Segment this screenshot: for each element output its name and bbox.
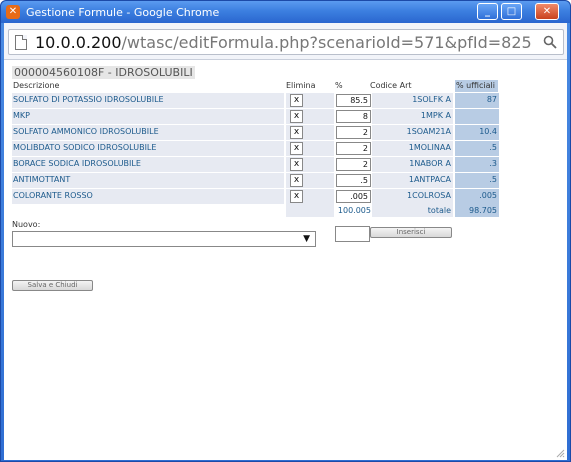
header-percent: %: [335, 81, 343, 90]
url-path: /wtasc/editFormula.php?scenarioId=571&pf…: [121, 33, 532, 52]
table-row: MKP x 8 1MPK A: [12, 109, 499, 124]
row-ufficiali: [455, 109, 499, 124]
row-ufficiali: .005: [455, 189, 499, 204]
new-percent-input[interactable]: [335, 226, 370, 242]
new-ingredient-select[interactable]: ▼: [12, 231, 316, 247]
resize-grip-icon[interactable]: [555, 448, 565, 458]
close-button[interactable]: ✕: [535, 3, 559, 20]
header-elimina: Elimina: [286, 81, 316, 90]
percent-cell: 85.5: [336, 93, 371, 108]
url-host: 10.0.0.200: [35, 33, 122, 52]
delete-row-button[interactable]: x: [290, 110, 303, 123]
percent-input[interactable]: 8: [336, 110, 371, 123]
total-row: 100.005 totale 98.705: [12, 204, 499, 217]
row-descrizione: MOLIBDATO SODICO IDROSOLUBILE: [12, 141, 284, 156]
row-ufficiali: .3: [455, 157, 499, 172]
elimina-cell: x: [286, 189, 334, 204]
url-field[interactable]: 10.0.0.200/wtasc/editFormula.php?scenari…: [8, 29, 564, 55]
table-row: SOLFATO DI POTASSIO IDROSOLUBILE x 85.5 …: [12, 93, 499, 108]
elimina-cell: x: [286, 141, 334, 156]
row-codice: 1SOLFK A: [372, 93, 453, 108]
row-codice: 1NABOR A: [372, 157, 453, 172]
delete-row-button[interactable]: x: [290, 142, 303, 155]
row-descrizione: SOLFATO DI POTASSIO IDROSOLUBILE: [12, 93, 284, 108]
percent-input[interactable]: 2: [336, 158, 371, 171]
url-text[interactable]: 10.0.0.200/wtasc/editFormula.php?scenari…: [35, 33, 532, 52]
row-descrizione: SOLFATO AMMONICO IDROSOLUBILE: [12, 125, 284, 140]
total-label: totale: [372, 204, 453, 217]
percent-cell: .005: [336, 189, 371, 204]
elimina-cell: x: [286, 157, 334, 172]
total-percent: 100.005: [337, 206, 371, 215]
row-codice: 1MOLINAA: [372, 141, 453, 156]
row-codice: 1COLROSA: [372, 189, 453, 204]
row-descrizione: BORACE SODICA IDROSOLUBILE: [12, 157, 284, 172]
address-bar: 10.0.0.200/wtasc/editFormula.php?scenari…: [4, 23, 567, 60]
row-codice: 1SOAM21A: [372, 125, 453, 140]
search-icon[interactable]: [543, 35, 557, 49]
xampp-icon: ✕: [6, 5, 20, 19]
browser-window: ✕ Gestione Formule - Google Chrome _ □ ✕…: [0, 0, 571, 462]
elimina-cell: x: [286, 173, 334, 188]
percent-cell: 2: [336, 157, 371, 172]
row-descrizione: COLORANTE ROSSO: [12, 189, 284, 204]
save-and-close-button[interactable]: Salva e Chiudi: [12, 280, 93, 291]
chevron-down-icon: ▼: [303, 234, 310, 244]
row-codice: 1MPK A: [372, 109, 453, 124]
page-content: 000004560108F - IDROSOLUBILI Descrizione…: [4, 60, 567, 460]
window-title: Gestione Formule - Google Chrome: [26, 6, 220, 19]
percent-input[interactable]: .5: [336, 174, 371, 187]
total-blank-cell: [286, 204, 334, 217]
delete-row-button[interactable]: x: [290, 94, 303, 107]
table-row: ANTIMOTTANT x .5 1ANTPACA .5: [12, 173, 499, 188]
row-ufficiali: .5: [455, 173, 499, 188]
row-ufficiali: 87: [455, 93, 499, 108]
percent-input[interactable]: 2: [336, 142, 371, 155]
percent-cell: 2: [336, 125, 371, 140]
elimina-cell: x: [286, 125, 334, 140]
header-descrizione: Descrizione: [13, 81, 60, 90]
percent-cell: .5: [336, 173, 371, 188]
header-codice-art: Codice Art: [370, 81, 412, 90]
maximize-button[interactable]: □: [501, 3, 522, 20]
percent-cell: 8: [336, 109, 371, 124]
page-icon: [15, 35, 27, 50]
table-row: MOLIBDATO SODICO IDROSOLUBILE x 2 1MOLIN…: [12, 141, 499, 156]
percent-cell: 2: [336, 141, 371, 156]
percent-input[interactable]: 85.5: [336, 94, 371, 107]
elimina-cell: x: [286, 109, 334, 124]
formula-title: 000004560108F - IDROSOLUBILI: [12, 66, 195, 79]
row-ufficiali: .5: [455, 141, 499, 156]
table-row: BORACE SODICA IDROSOLUBILE x 2 1NABOR A …: [12, 157, 499, 172]
insert-button[interactable]: Inserisci: [370, 227, 452, 238]
title-bar: ✕ Gestione Formule - Google Chrome _ □ ✕: [1, 1, 570, 23]
delete-row-button[interactable]: x: [290, 190, 303, 203]
elimina-cell: x: [286, 93, 334, 108]
new-entry-label: Nuovo:: [12, 220, 41, 229]
row-descrizione: ANTIMOTTANT: [12, 173, 284, 188]
minimize-button[interactable]: _: [477, 3, 498, 20]
row-descrizione: MKP: [12, 109, 284, 124]
percent-input[interactable]: 2: [336, 126, 371, 139]
percent-input[interactable]: .005: [336, 190, 371, 203]
delete-row-button[interactable]: x: [290, 174, 303, 187]
row-ufficiali: 10.4: [455, 125, 499, 140]
table-row: SOLFATO AMMONICO IDROSOLUBILE x 2 1SOAM2…: [12, 125, 499, 140]
delete-row-button[interactable]: x: [290, 158, 303, 171]
total-ufficiali: 98.705: [455, 204, 499, 217]
delete-row-button[interactable]: x: [290, 126, 303, 139]
table-row: COLORANTE ROSSO x .005 1COLROSA .005: [12, 189, 499, 204]
header-percent-ufficiali: % ufficiali: [455, 80, 498, 92]
row-codice: 1ANTPACA: [372, 173, 453, 188]
